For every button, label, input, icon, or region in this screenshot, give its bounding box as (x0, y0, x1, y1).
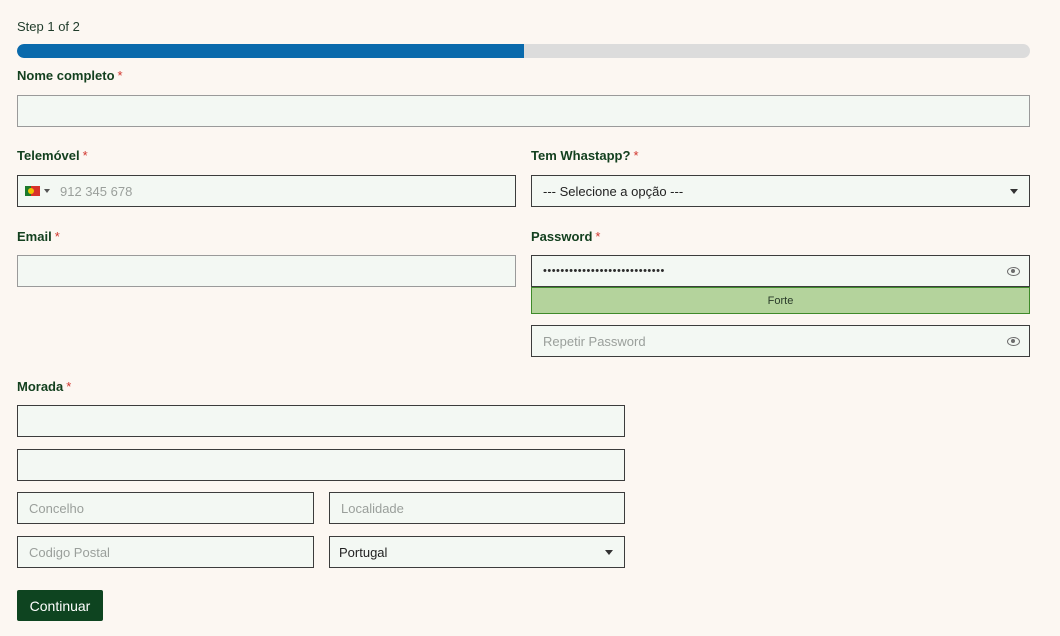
portugal-flag-icon (25, 186, 40, 196)
morada-line2-input[interactable] (17, 449, 625, 481)
password-strength-text: Forte (767, 294, 794, 307)
password-strength-meter: Forte (531, 287, 1030, 314)
password-label: Password * (531, 229, 600, 244)
required-mark: * (82, 148, 88, 163)
step-indicator: Step 1 of 2 (17, 19, 80, 34)
required-mark: * (595, 229, 601, 244)
required-mark: * (66, 379, 72, 394)
chevron-down-icon (605, 549, 613, 555)
progress-bar (17, 44, 1030, 58)
nome-label-text: Nome completo (17, 68, 115, 83)
password-label-text: Password (531, 229, 593, 244)
eye-icon[interactable] (1007, 266, 1020, 276)
repeat-password-field (531, 325, 1030, 357)
email-input[interactable] (17, 255, 516, 287)
whatsapp-label: Tem Whastapp? * (531, 148, 639, 163)
email-label-text: Email (17, 229, 52, 244)
concelho-input[interactable] (17, 492, 314, 524)
morada-label: Morada * (17, 379, 71, 394)
telemovel-label: Telemóvel * (17, 148, 88, 163)
telemovel-field (17, 175, 516, 207)
pais-selected-value: Portugal (339, 544, 388, 560)
telemovel-input[interactable] (56, 176, 515, 206)
eye-icon[interactable] (1007, 336, 1020, 346)
whatsapp-label-text: Tem Whastapp? (531, 148, 631, 163)
required-mark: * (54, 229, 60, 244)
localidade-input[interactable] (329, 492, 625, 524)
repeat-password-input[interactable] (543, 326, 1007, 356)
whatsapp-selected-value: --- Selecione a opção --- (543, 183, 684, 199)
chevron-down-icon (1010, 188, 1018, 194)
codigo-postal-input[interactable] (17, 536, 314, 568)
whatsapp-select[interactable]: --- Selecione a opção --- (531, 175, 1030, 207)
country-selector[interactable] (18, 176, 56, 206)
nome-label: Nome completo * (17, 68, 123, 83)
nome-input[interactable] (17, 95, 1030, 127)
email-label: Email * (17, 229, 60, 244)
chevron-down-icon (44, 189, 50, 193)
password-field: •••••••••••••••••••••••••••• (531, 255, 1030, 287)
continuar-button[interactable]: Continuar (17, 590, 103, 621)
required-mark: * (633, 148, 639, 163)
morada-label-text: Morada (17, 379, 64, 394)
required-mark: * (117, 68, 123, 83)
morada-line1-input[interactable] (17, 405, 625, 437)
progress-bar-fill (17, 44, 524, 58)
password-input[interactable]: •••••••••••••••••••••••••••• (543, 256, 1007, 286)
telemovel-label-text: Telemóvel (17, 148, 80, 163)
pais-select[interactable]: Portugal (329, 536, 625, 568)
